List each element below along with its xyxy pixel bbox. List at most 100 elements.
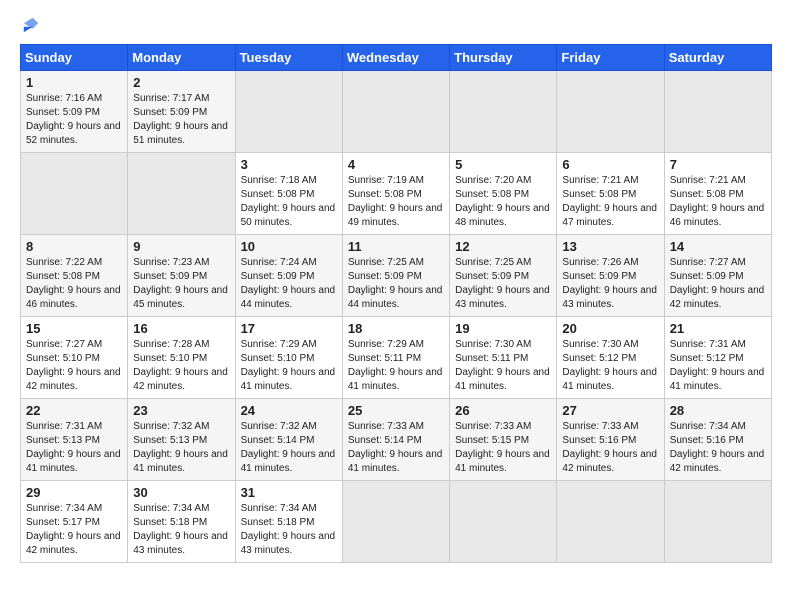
calendar-day-cell: 30 Sunrise: 7:34 AMSunset: 5:18 PMDaylig…	[128, 481, 235, 563]
day-number: 26	[455, 403, 551, 418]
day-info: Sunrise: 7:34 AMSunset: 5:16 PMDaylight:…	[670, 421, 765, 474]
day-number: 27	[562, 403, 658, 418]
day-info: Sunrise: 7:27 AMSunset: 5:10 PMDaylight:…	[26, 339, 121, 392]
day-number: 3	[241, 157, 337, 172]
calendar-header-sunday: Sunday	[21, 45, 128, 71]
calendar-day-cell: 3 Sunrise: 7:18 AMSunset: 5:08 PMDayligh…	[235, 153, 342, 235]
day-number: 28	[670, 403, 766, 418]
calendar-day-cell: 19 Sunrise: 7:30 AMSunset: 5:11 PMDaylig…	[450, 317, 557, 399]
calendar-week-row: 1 Sunrise: 7:16 AMSunset: 5:09 PMDayligh…	[21, 71, 772, 153]
calendar-day-cell: 10 Sunrise: 7:24 AMSunset: 5:09 PMDaylig…	[235, 235, 342, 317]
day-number: 21	[670, 321, 766, 336]
day-info: Sunrise: 7:27 AMSunset: 5:09 PMDaylight:…	[670, 257, 765, 310]
calendar-day-cell: 8 Sunrise: 7:22 AMSunset: 5:08 PMDayligh…	[21, 235, 128, 317]
calendar-day-cell	[664, 71, 771, 153]
calendar-day-cell: 21 Sunrise: 7:31 AMSunset: 5:12 PMDaylig…	[664, 317, 771, 399]
calendar-week-row: 29 Sunrise: 7:34 AMSunset: 5:17 PMDaylig…	[21, 481, 772, 563]
calendar-day-cell	[128, 153, 235, 235]
calendar-week-row: 22 Sunrise: 7:31 AMSunset: 5:13 PMDaylig…	[21, 399, 772, 481]
day-info: Sunrise: 7:26 AMSunset: 5:09 PMDaylight:…	[562, 257, 657, 310]
day-info: Sunrise: 7:17 AMSunset: 5:09 PMDaylight:…	[133, 93, 228, 146]
day-number: 2	[133, 75, 229, 90]
calendar-day-cell	[235, 71, 342, 153]
day-number: 24	[241, 403, 337, 418]
calendar-header-row: SundayMondayTuesdayWednesdayThursdayFrid…	[21, 45, 772, 71]
calendar-day-cell: 14 Sunrise: 7:27 AMSunset: 5:09 PMDaylig…	[664, 235, 771, 317]
day-number: 16	[133, 321, 229, 336]
calendar-day-cell: 2 Sunrise: 7:17 AMSunset: 5:09 PMDayligh…	[128, 71, 235, 153]
calendar-day-cell: 6 Sunrise: 7:21 AMSunset: 5:08 PMDayligh…	[557, 153, 664, 235]
day-info: Sunrise: 7:24 AMSunset: 5:09 PMDaylight:…	[241, 257, 336, 310]
day-info: Sunrise: 7:34 AMSunset: 5:18 PMDaylight:…	[133, 503, 228, 556]
day-info: Sunrise: 7:33 AMSunset: 5:14 PMDaylight:…	[348, 421, 443, 474]
day-number: 17	[241, 321, 337, 336]
calendar-day-cell	[450, 71, 557, 153]
calendar-day-cell: 7 Sunrise: 7:21 AMSunset: 5:08 PMDayligh…	[664, 153, 771, 235]
day-info: Sunrise: 7:30 AMSunset: 5:12 PMDaylight:…	[562, 339, 657, 392]
calendar-day-cell: 29 Sunrise: 7:34 AMSunset: 5:17 PMDaylig…	[21, 481, 128, 563]
day-info: Sunrise: 7:34 AMSunset: 5:18 PMDaylight:…	[241, 503, 336, 556]
day-info: Sunrise: 7:22 AMSunset: 5:08 PMDaylight:…	[26, 257, 121, 310]
day-info: Sunrise: 7:29 AMSunset: 5:11 PMDaylight:…	[348, 339, 443, 392]
day-info: Sunrise: 7:21 AMSunset: 5:08 PMDaylight:…	[670, 175, 765, 228]
day-info: Sunrise: 7:32 AMSunset: 5:13 PMDaylight:…	[133, 421, 228, 474]
day-info: Sunrise: 7:33 AMSunset: 5:16 PMDaylight:…	[562, 421, 657, 474]
day-info: Sunrise: 7:18 AMSunset: 5:08 PMDaylight:…	[241, 175, 336, 228]
day-number: 8	[26, 239, 122, 254]
day-number: 20	[562, 321, 658, 336]
page: SundayMondayTuesdayWednesdayThursdayFrid…	[0, 0, 792, 575]
calendar-day-cell: 26 Sunrise: 7:33 AMSunset: 5:15 PMDaylig…	[450, 399, 557, 481]
day-number: 22	[26, 403, 122, 418]
header	[20, 16, 772, 34]
calendar-day-cell: 1 Sunrise: 7:16 AMSunset: 5:09 PMDayligh…	[21, 71, 128, 153]
calendar-day-cell	[21, 153, 128, 235]
logo-flag-icon	[22, 16, 40, 34]
day-info: Sunrise: 7:34 AMSunset: 5:17 PMDaylight:…	[26, 503, 121, 556]
calendar-day-cell: 4 Sunrise: 7:19 AMSunset: 5:08 PMDayligh…	[342, 153, 449, 235]
calendar-day-cell: 16 Sunrise: 7:28 AMSunset: 5:10 PMDaylig…	[128, 317, 235, 399]
day-info: Sunrise: 7:29 AMSunset: 5:10 PMDaylight:…	[241, 339, 336, 392]
day-number: 15	[26, 321, 122, 336]
day-number: 11	[348, 239, 444, 254]
calendar-day-cell: 28 Sunrise: 7:34 AMSunset: 5:16 PMDaylig…	[664, 399, 771, 481]
day-number: 13	[562, 239, 658, 254]
calendar-day-cell: 31 Sunrise: 7:34 AMSunset: 5:18 PMDaylig…	[235, 481, 342, 563]
calendar-week-row: 15 Sunrise: 7:27 AMSunset: 5:10 PMDaylig…	[21, 317, 772, 399]
day-number: 14	[670, 239, 766, 254]
calendar-day-cell: 17 Sunrise: 7:29 AMSunset: 5:10 PMDaylig…	[235, 317, 342, 399]
day-number: 5	[455, 157, 551, 172]
calendar-day-cell: 20 Sunrise: 7:30 AMSunset: 5:12 PMDaylig…	[557, 317, 664, 399]
calendar-header-tuesday: Tuesday	[235, 45, 342, 71]
calendar-day-cell: 27 Sunrise: 7:33 AMSunset: 5:16 PMDaylig…	[557, 399, 664, 481]
calendar-week-row: 3 Sunrise: 7:18 AMSunset: 5:08 PMDayligh…	[21, 153, 772, 235]
calendar-header-thursday: Thursday	[450, 45, 557, 71]
day-number: 29	[26, 485, 122, 500]
calendar-day-cell: 12 Sunrise: 7:25 AMSunset: 5:09 PMDaylig…	[450, 235, 557, 317]
calendar-day-cell: 9 Sunrise: 7:23 AMSunset: 5:09 PMDayligh…	[128, 235, 235, 317]
logo	[20, 16, 40, 34]
calendar-day-cell: 23 Sunrise: 7:32 AMSunset: 5:13 PMDaylig…	[128, 399, 235, 481]
day-info: Sunrise: 7:16 AMSunset: 5:09 PMDaylight:…	[26, 93, 121, 146]
calendar-day-cell: 15 Sunrise: 7:27 AMSunset: 5:10 PMDaylig…	[21, 317, 128, 399]
calendar-day-cell: 13 Sunrise: 7:26 AMSunset: 5:09 PMDaylig…	[557, 235, 664, 317]
calendar-day-cell	[342, 481, 449, 563]
day-number: 31	[241, 485, 337, 500]
day-number: 19	[455, 321, 551, 336]
calendar-week-row: 8 Sunrise: 7:22 AMSunset: 5:08 PMDayligh…	[21, 235, 772, 317]
day-number: 18	[348, 321, 444, 336]
day-number: 1	[26, 75, 122, 90]
calendar-day-cell	[342, 71, 449, 153]
day-info: Sunrise: 7:19 AMSunset: 5:08 PMDaylight:…	[348, 175, 443, 228]
day-number: 4	[348, 157, 444, 172]
calendar-day-cell: 18 Sunrise: 7:29 AMSunset: 5:11 PMDaylig…	[342, 317, 449, 399]
day-number: 6	[562, 157, 658, 172]
day-info: Sunrise: 7:32 AMSunset: 5:14 PMDaylight:…	[241, 421, 336, 474]
day-info: Sunrise: 7:28 AMSunset: 5:10 PMDaylight:…	[133, 339, 228, 392]
day-info: Sunrise: 7:23 AMSunset: 5:09 PMDaylight:…	[133, 257, 228, 310]
calendar-day-cell	[664, 481, 771, 563]
calendar-day-cell: 25 Sunrise: 7:33 AMSunset: 5:14 PMDaylig…	[342, 399, 449, 481]
calendar-header-monday: Monday	[128, 45, 235, 71]
day-info: Sunrise: 7:30 AMSunset: 5:11 PMDaylight:…	[455, 339, 550, 392]
calendar-day-cell: 22 Sunrise: 7:31 AMSunset: 5:13 PMDaylig…	[21, 399, 128, 481]
day-number: 10	[241, 239, 337, 254]
